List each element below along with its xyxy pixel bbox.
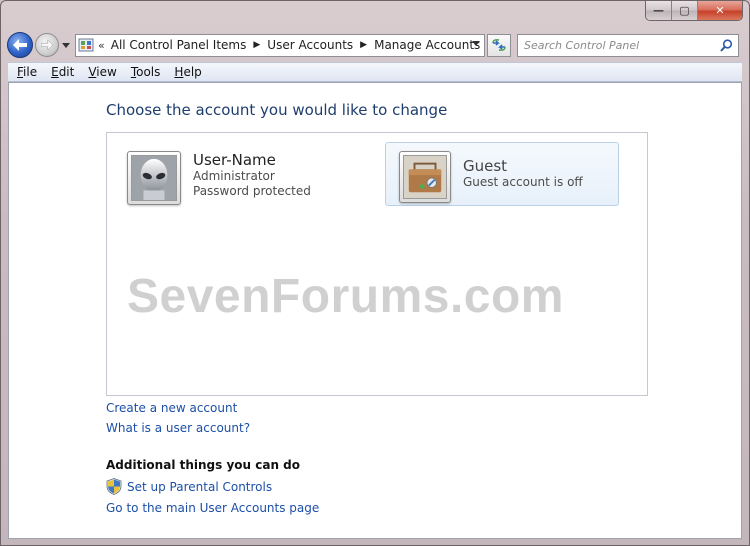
shield-icon — [106, 478, 122, 495]
search-icon[interactable] — [720, 38, 733, 52]
avatar — [399, 151, 451, 203]
account-name: User-Name — [193, 151, 276, 169]
address-bar[interactable]: « All Control Panel Items ▶ User Account… — [75, 33, 485, 57]
parental-controls-link[interactable]: Set up Parental Controls — [127, 480, 272, 494]
breadcrumb-user-accounts[interactable]: User Accounts — [267, 38, 353, 52]
breadcrumb-separator-icon[interactable]: ▶ — [360, 40, 367, 50]
maximize-button[interactable]: ▢ — [672, 1, 698, 20]
search-input[interactable] — [524, 38, 704, 52]
recent-pages-dropdown[interactable] — [61, 40, 71, 50]
refresh-icon — [492, 39, 506, 51]
account-type: Administrator — [193, 169, 275, 183]
navigation-bar: « All Control Panel Items ▶ User Account… — [7, 31, 743, 59]
back-arrow-icon — [13, 39, 27, 51]
alien-avatar-icon — [132, 156, 176, 200]
create-account-link[interactable]: Create a new account — [106, 401, 237, 415]
menu-tools[interactable]: Tools — [124, 65, 168, 79]
avatar — [127, 151, 181, 205]
breadcrumb-manage-accounts[interactable]: Manage Accounts — [374, 38, 480, 52]
refresh-button[interactable] — [487, 33, 511, 57]
accounts-panel: User-Name Administrator Password protect… — [106, 132, 648, 396]
menu-file[interactable]: File — [10, 65, 44, 79]
close-button[interactable]: ✕ — [698, 1, 742, 20]
account-tile-guest[interactable]: Guest Guest account is off — [385, 142, 619, 206]
account-name: Guest — [463, 157, 508, 175]
control-panel-icon — [78, 38, 94, 52]
main-user-accounts-link[interactable]: Go to the main User Accounts page — [106, 501, 319, 515]
menu-bar: File Edit View Tools Help — [8, 62, 742, 82]
minimize-button[interactable]: — — [646, 1, 672, 20]
caption-buttons: — ▢ ✕ — [645, 1, 743, 21]
back-button[interactable] — [7, 32, 33, 58]
content-area: Choose the account you would like to cha… — [8, 82, 742, 539]
menu-help[interactable]: Help — [167, 65, 208, 79]
what-is-user-account-link[interactable]: What is a user account? — [106, 421, 250, 435]
search-box[interactable] — [517, 33, 739, 57]
account-status: Password protected — [193, 184, 311, 198]
parental-controls-item[interactable]: Set up Parental Controls — [106, 478, 272, 495]
account-tile-user-name[interactable]: User-Name Administrator Password protect… — [127, 151, 367, 205]
explorer-window: — ▢ ✕ « All Control Panel Items ▶ User A… — [0, 0, 750, 546]
forward-arrow-icon — [41, 40, 53, 50]
menu-edit[interactable]: Edit — [44, 65, 81, 79]
page-title: Choose the account you would like to cha… — [106, 101, 448, 119]
briefcase-avatar-icon — [404, 156, 446, 198]
breadcrumb-all-control-panel-items[interactable]: All Control Panel Items — [111, 38, 247, 52]
additional-heading: Additional things you can do — [106, 458, 301, 472]
address-dropdown-icon[interactable] — [472, 40, 480, 46]
menu-view[interactable]: View — [81, 65, 123, 79]
chevron-down-icon — [62, 42, 70, 48]
account-status: Guest account is off — [463, 175, 583, 189]
breadcrumb-separator-icon[interactable]: ▶ — [253, 40, 260, 50]
breadcrumb-overflow[interactable]: « — [98, 39, 105, 52]
forward-button[interactable] — [35, 33, 59, 57]
